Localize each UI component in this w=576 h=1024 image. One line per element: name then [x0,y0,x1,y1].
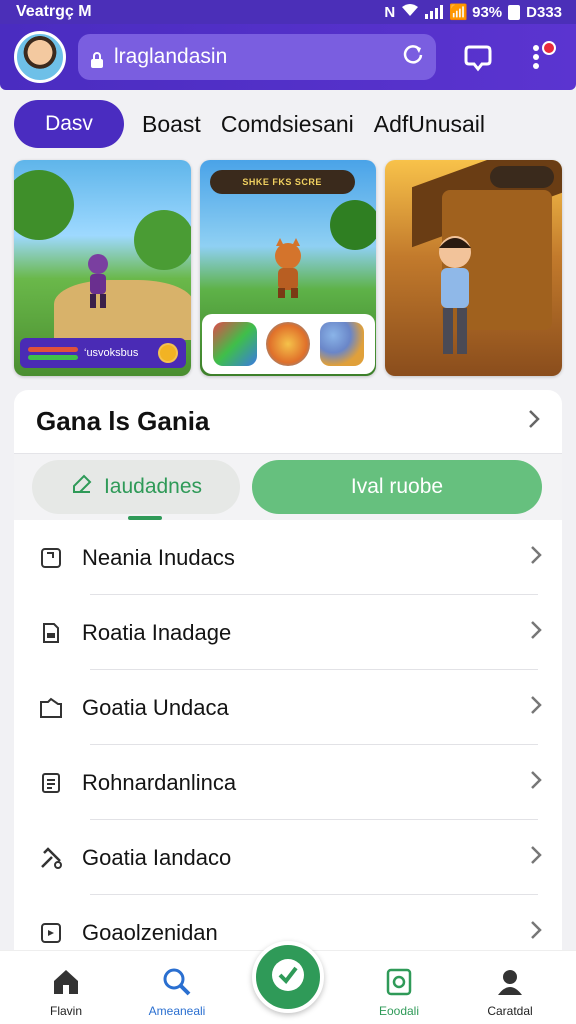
nav-search-label: Ameaneali [148,1004,206,1018]
chat-icon[interactable] [458,37,498,77]
clock: D333 [526,3,562,21]
address-bar[interactable] [78,34,436,80]
battery-icon [508,4,521,20]
app-header [0,24,576,90]
search-input[interactable] [114,45,396,69]
player-hud: ‘usvoksbus [20,338,186,368]
segment-control: Iaudadnes Ival ruobe [14,454,562,520]
category-tabs: Dasv Boast Comdsiesani AdfUnusail [14,100,562,148]
hero-character-icon [80,250,116,310]
games-panel: Gana ls Gania Iaudadnes Ival ruobe Neani… [14,390,562,950]
nav-profile[interactable]: Caratdal [470,966,550,1018]
battery-percent: 📶 93% [449,4,503,21]
chevron-right-icon [530,545,542,571]
list-item-label: Neania Inudacs [82,544,235,570]
lock-icon [90,50,104,68]
hud-text: ‘usvoksbus [84,347,139,359]
list-item[interactable]: Rohnardanlinca [14,745,562,820]
game-card-3[interactable] [385,160,563,376]
chevron-right-icon [530,845,542,871]
wifi-icon [401,3,419,21]
status-bar: Veatrgç M N 📶 93% D333 [0,0,576,24]
frame-icon [38,920,64,946]
network-label: N [384,3,396,21]
mini-game-icon[interactable] [212,322,257,366]
profile-icon [494,966,526,998]
game-card-1[interactable]: ‘usvoksbus [14,160,191,376]
notification-dot [542,41,556,55]
mini-games-tray [201,314,375,374]
document-icon [38,620,64,646]
path-decoration [54,280,191,340]
list-item-label: Roatia Inadage [82,619,232,645]
tree-decoration [14,170,74,240]
page-title: Gana ls Gania [36,406,210,436]
nav-feed[interactable]: Eoodali [359,966,439,1018]
avatar[interactable] [14,31,66,83]
segment-left[interactable]: Iaudadnes [32,460,240,514]
tab-dasv[interactable]: Dasv [14,100,124,148]
game-carousel: ‘usvoksbus SHKE FKS SCRE [14,160,563,376]
fox-character-icon [266,238,310,298]
game-card-2[interactable]: SHKE FKS SCRE [199,160,377,376]
tree-decoration [329,200,377,250]
list-item-label: Rohnardanlinca [82,769,237,795]
coins-badge [490,166,555,188]
tab-boast[interactable]: Boast [140,111,203,138]
list-item[interactable]: Goatia Iandaco [14,820,562,895]
list-item[interactable]: Goatia Undaca [14,670,562,745]
page-icon [38,545,64,571]
list-item-label: Goatia Undaca [82,694,229,720]
nav-profile-label: Caratdal [487,1004,533,1018]
search-icon [161,966,193,998]
chevron-right-icon [530,620,542,646]
chevron-right-icon [530,770,542,796]
nav-feed-label: Eoodali [378,1004,420,1018]
tab-adfunusail[interactable]: AdfUnusail [372,111,487,138]
tools-icon [38,845,64,871]
list-icon [38,770,64,796]
nav-search[interactable]: Ameaneali [137,966,217,1018]
status-indicators: N 📶 93% D333 [384,3,562,22]
list-item-label: Goaolzenidan [82,919,218,945]
signal-icon [425,5,444,19]
chevron-right-icon [530,920,542,946]
feed-icon [383,966,415,998]
panel-header[interactable]: Gana ls Gania [14,390,562,454]
mini-game-icon[interactable] [266,322,311,366]
bottom-navigation: Flavin Ameaneali Eoodali Caratdal [0,941,576,1024]
check-fab-button[interactable] [252,941,324,1013]
boy-character-icon [425,230,485,360]
folder-icon [38,695,64,721]
tab-comdsiesani[interactable]: Comdsiesani [219,111,356,138]
health-bars [28,346,78,360]
edit-icon [70,472,94,502]
game-banner: SHKE FKS SCRE [209,170,355,194]
list-item[interactable]: Roatia Inadage [14,595,562,670]
chevron-right-icon[interactable] [528,409,540,435]
nav-home[interactable]: Flavin [26,966,106,1018]
list-item[interactable]: Neania Inudacs [14,520,562,595]
tree-decoration [134,210,191,270]
coin-icon [158,343,178,363]
carrier-label: Veatrgç M [16,3,92,20]
list-item-label: Goatia Iandaco [82,844,232,870]
segment-right[interactable]: Ival ruobe [252,460,542,514]
reload-icon[interactable] [402,43,424,71]
home-icon [50,966,82,998]
chevron-right-icon [530,695,542,721]
segment-left-label: Iaudadnes [103,475,203,498]
check-icon [268,955,308,1000]
more-options-icon[interactable] [516,37,556,77]
nav-home-label: Flavin [49,1004,82,1018]
mini-game-icon[interactable] [319,322,364,366]
